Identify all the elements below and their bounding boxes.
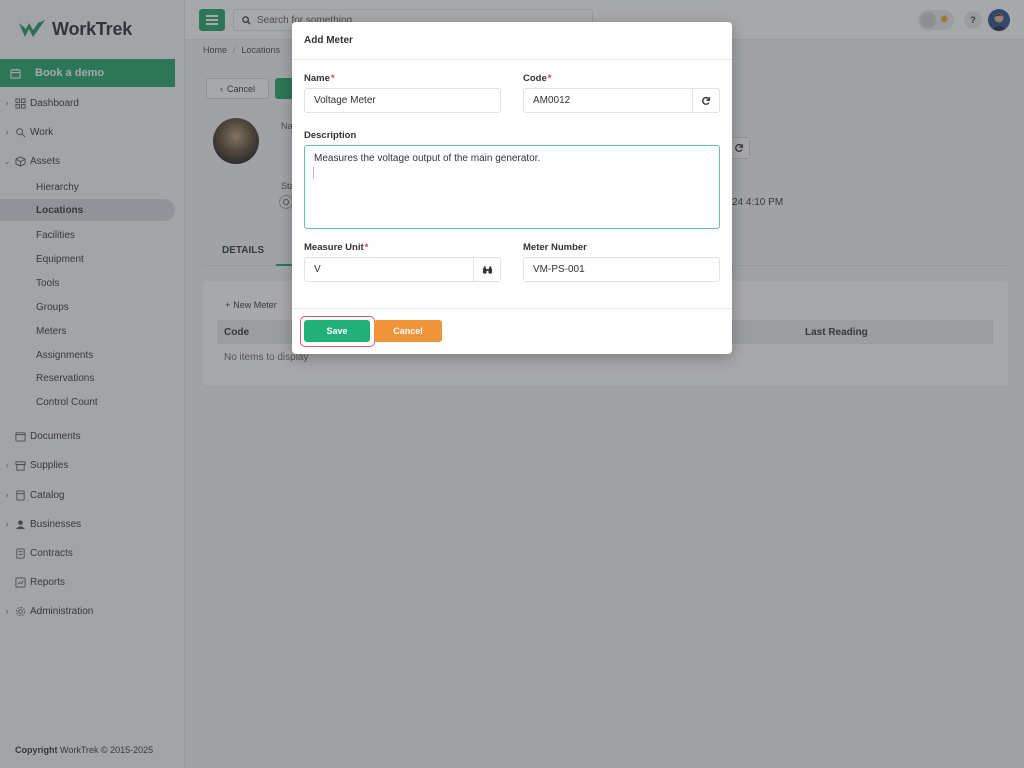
- dialog-header: Add Meter: [292, 22, 732, 60]
- name-label: Name*: [304, 73, 335, 84]
- meter-number-value: VM-PS-001: [533, 264, 585, 275]
- measure-unit-label: Measure Unit*: [304, 242, 368, 253]
- code-label-text: Code: [523, 73, 547, 84]
- description-textarea[interactable]: Measures the voltage output of the main …: [304, 145, 720, 229]
- meter-number-label: Meter Number: [523, 242, 587, 253]
- cancel-button[interactable]: Cancel: [374, 320, 442, 342]
- dialog-footer-divider: [292, 308, 732, 309]
- text-cursor: [313, 167, 314, 179]
- name-label-text: Name: [304, 73, 330, 84]
- add-meter-dialog: Add Meter Name* Voltage Meter Code* AM00…: [292, 22, 732, 354]
- binoculars-icon: [482, 265, 492, 274]
- save-button[interactable]: Save: [304, 320, 370, 342]
- required-marker: *: [364, 242, 369, 253]
- description-label: Description: [304, 130, 357, 141]
- name-field[interactable]: Voltage Meter: [304, 88, 501, 113]
- meter-number-field[interactable]: VM-PS-001: [523, 257, 720, 282]
- name-value: Voltage Meter: [314, 95, 376, 106]
- code-field[interactable]: AM0012: [523, 88, 720, 113]
- lookup-unit-button[interactable]: [473, 257, 501, 282]
- measure-unit-label-text: Measure Unit: [304, 242, 364, 253]
- dialog-title: Add Meter: [304, 35, 353, 46]
- required-marker: *: [330, 73, 335, 84]
- description-value: Measures the voltage output of the main …: [314, 153, 541, 164]
- required-marker: *: [547, 73, 552, 84]
- code-value: AM0012: [533, 95, 571, 106]
- code-label: Code*: [523, 73, 551, 84]
- measure-unit-value: V: [314, 264, 321, 275]
- regenerate-code-button[interactable]: [692, 88, 720, 113]
- refresh-icon: [702, 96, 710, 105]
- measure-unit-field[interactable]: V: [304, 257, 501, 282]
